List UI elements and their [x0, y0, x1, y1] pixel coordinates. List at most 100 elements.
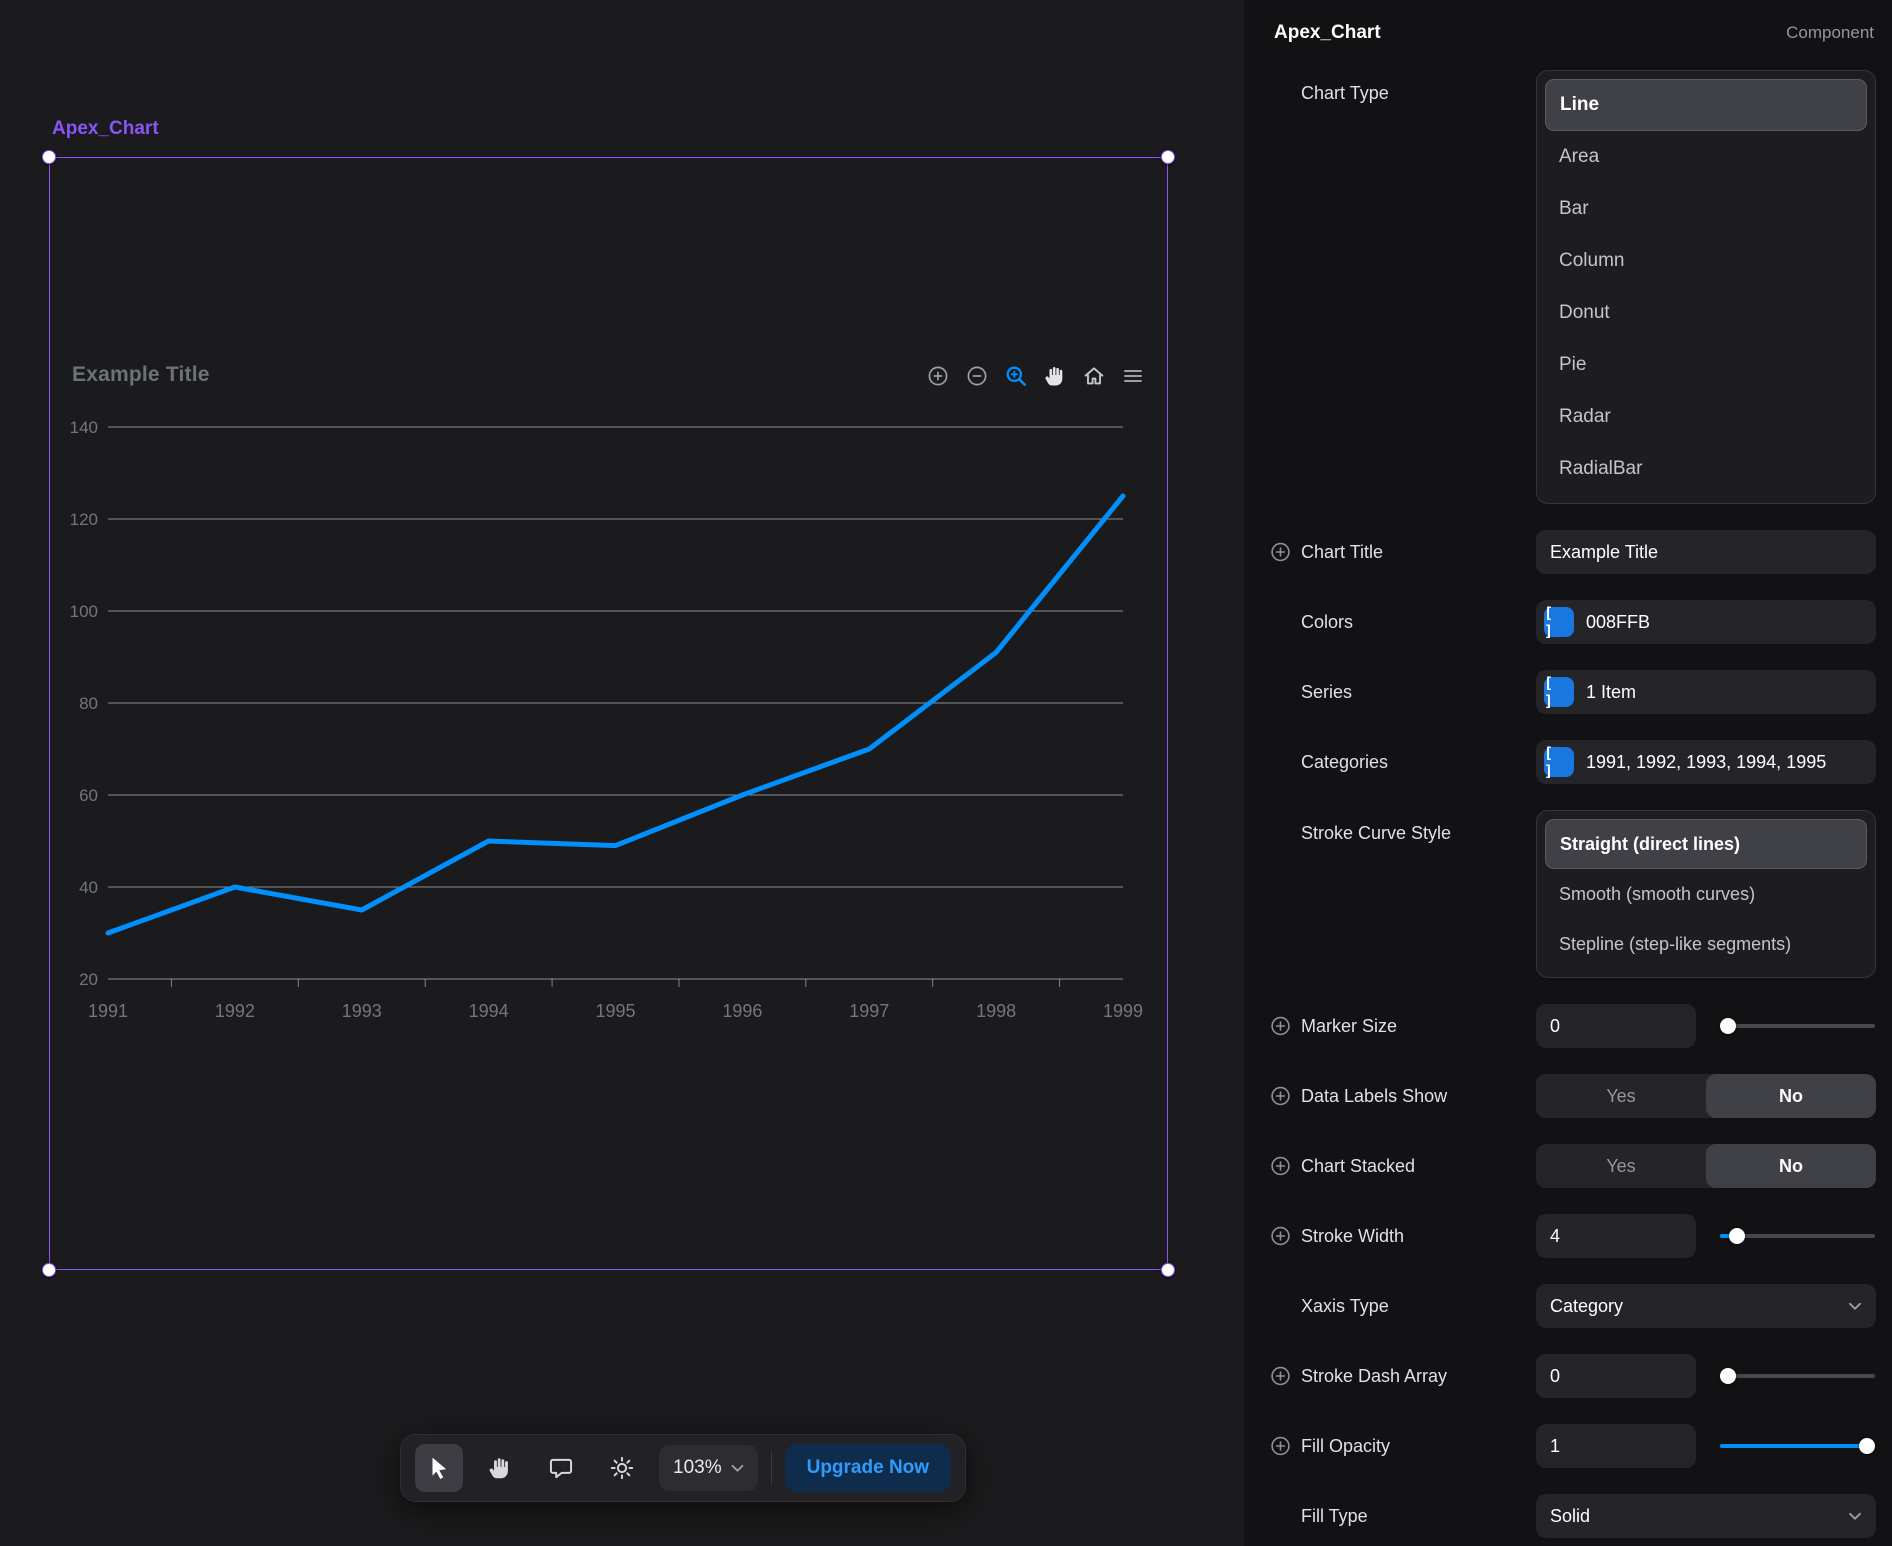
row-stroke-width: Stroke Width	[1244, 1214, 1892, 1258]
chevron-down-icon	[1848, 1512, 1862, 1521]
data-labels-label: Data Labels Show	[1244, 1074, 1536, 1118]
component-badge: Component	[1786, 23, 1874, 43]
plus-circle-icon[interactable]	[1270, 1366, 1291, 1387]
stroke-curve-option-stepline[interactable]: Stepline (step-like segments)	[1545, 919, 1867, 969]
plus-circle-icon[interactable]	[1270, 542, 1291, 563]
toolbar-divider	[771, 1451, 772, 1485]
menu-icon[interactable]	[1121, 364, 1145, 388]
chart-type-option-area[interactable]: Area	[1545, 131, 1867, 183]
chart-stacked-no[interactable]: No	[1706, 1144, 1876, 1188]
chart-type-option-column[interactable]: Column	[1545, 235, 1867, 287]
colors-field[interactable]: [ ] 008FFB	[1536, 600, 1876, 644]
hand-icon	[487, 1455, 513, 1481]
fill-opacity-slider[interactable]	[1720, 1424, 1875, 1468]
svg-text:80: 80	[79, 694, 98, 713]
row-series: Series [ ] 1 Item	[1244, 670, 1892, 714]
stroke-dash-slider[interactable]	[1720, 1354, 1875, 1398]
chart-stacked-yes[interactable]: Yes	[1536, 1144, 1706, 1188]
svg-text:1996: 1996	[722, 1001, 762, 1021]
comment-tool-button[interactable]	[537, 1444, 585, 1492]
series-field[interactable]: [ ] 1 Item	[1536, 670, 1876, 714]
row-data-labels: Data Labels Show Yes No	[1244, 1074, 1892, 1118]
plus-circle-icon[interactable]	[1270, 1156, 1291, 1177]
stroke-curve-option-smooth[interactable]: Smooth (smooth curves)	[1545, 869, 1867, 919]
svg-text:120: 120	[70, 510, 98, 529]
zoom-level-select[interactable]: 103%	[659, 1445, 758, 1491]
bottom-toolbar: 103% Upgrade Now	[400, 1434, 966, 1502]
selection-zoom-icon[interactable]	[1004, 364, 1028, 388]
array-icon: [ ]	[1544, 747, 1574, 777]
fill-opacity-input[interactable]	[1536, 1424, 1696, 1468]
hand-tool-button[interactable]	[476, 1444, 524, 1492]
selection-label[interactable]: Apex_Chart	[52, 118, 159, 140]
svg-text:1998: 1998	[976, 1001, 1016, 1021]
chevron-down-icon	[731, 1464, 744, 1473]
data-labels-yes[interactable]: Yes	[1536, 1074, 1706, 1118]
fill-opacity-label: Fill Opacity	[1244, 1424, 1536, 1468]
plus-circle-icon[interactable]	[1270, 1086, 1291, 1107]
chart-type-option-radar[interactable]: Radar	[1545, 391, 1867, 443]
row-xaxis-type: Xaxis Type Category	[1244, 1284, 1892, 1328]
svg-text:1993: 1993	[342, 1001, 382, 1021]
fill-type-select[interactable]: Solid	[1536, 1494, 1876, 1538]
marker-size-input[interactable]	[1536, 1004, 1696, 1048]
comment-icon	[548, 1455, 574, 1481]
row-marker-size: Marker Size	[1244, 1004, 1892, 1048]
chart-title-label: Chart Title	[1244, 530, 1536, 574]
series-value: 1 Item	[1586, 682, 1636, 703]
stroke-curve-dropdown: Straight (direct lines) Smooth (smooth c…	[1536, 810, 1876, 978]
row-stroke-curve: Stroke Curve Style Straight (direct line…	[1244, 810, 1892, 978]
chart-stacked-toggle: Yes No	[1536, 1144, 1876, 1188]
chart-plot[interactable]: 2040608010012014019911992199319941995199…	[50, 158, 1166, 1268]
pan-hand-icon[interactable]	[1043, 364, 1067, 388]
stroke-width-slider[interactable]	[1720, 1214, 1875, 1258]
marker-size-slider[interactable]	[1720, 1004, 1875, 1048]
svg-text:140: 140	[70, 418, 98, 437]
svg-text:1994: 1994	[469, 1001, 509, 1021]
categories-field[interactable]: [ ] 1991, 1992, 1993, 1994, 1995	[1536, 740, 1876, 784]
panel-header: Apex_Chart Component	[1244, 0, 1892, 44]
row-categories: Categories [ ] 1991, 1992, 1993, 1994, 1…	[1244, 740, 1892, 784]
categories-value: 1991, 1992, 1993, 1994, 1995	[1586, 752, 1826, 773]
chart-type-option-radialbar[interactable]: RadialBar	[1545, 443, 1867, 495]
svg-text:60: 60	[79, 786, 98, 805]
chart-toolbar	[926, 364, 1145, 388]
data-labels-toggle: Yes No	[1536, 1074, 1876, 1118]
zoom-in-icon[interactable]	[926, 364, 950, 388]
stroke-dash-input[interactable]	[1536, 1354, 1696, 1398]
row-chart-stacked: Chart Stacked Yes No	[1244, 1144, 1892, 1188]
chart-type-option-donut[interactable]: Donut	[1545, 287, 1867, 339]
categories-label: Categories	[1244, 740, 1536, 784]
marker-size-label: Marker Size	[1244, 1004, 1536, 1048]
upgrade-button[interactable]: Upgrade Now	[785, 1444, 951, 1492]
svg-text:1991: 1991	[88, 1001, 128, 1021]
row-stroke-dash: Stroke Dash Array	[1244, 1354, 1892, 1398]
chart-type-option-pie[interactable]: Pie	[1545, 339, 1867, 391]
stroke-curve-option-straight[interactable]: Straight (direct lines)	[1545, 819, 1867, 869]
stroke-width-input[interactable]	[1536, 1214, 1696, 1258]
data-labels-no[interactable]: No	[1706, 1074, 1876, 1118]
chart-stacked-label: Chart Stacked	[1244, 1144, 1536, 1188]
stroke-curve-label: Stroke Curve Style	[1244, 810, 1536, 978]
home-icon[interactable]	[1082, 364, 1106, 388]
series-label: Series	[1244, 670, 1536, 714]
array-icon: [ ]	[1544, 677, 1574, 707]
chart-type-dropdown: Line Area Bar Column Donut Pie Radar Rad…	[1536, 70, 1876, 504]
xaxis-type-select[interactable]: Category	[1536, 1284, 1876, 1328]
design-canvas[interactable]: Apex_Chart 20406080100120140199119921993…	[0, 0, 1244, 1546]
svg-text:40: 40	[79, 878, 98, 897]
array-icon: [ ]	[1544, 607, 1574, 637]
cursor-tool-button[interactable]	[415, 1444, 463, 1492]
chart-frame[interactable]: 2040608010012014019911992199319941995199…	[49, 157, 1168, 1270]
plus-circle-icon[interactable]	[1270, 1436, 1291, 1457]
xaxis-type-value: Category	[1550, 1296, 1623, 1317]
chart-type-option-line[interactable]: Line	[1545, 79, 1867, 131]
plus-circle-icon[interactable]	[1270, 1016, 1291, 1037]
zoom-out-icon[interactable]	[965, 364, 989, 388]
chart-type-option-bar[interactable]: Bar	[1545, 183, 1867, 235]
plus-circle-icon[interactable]	[1270, 1226, 1291, 1247]
chart-title-input[interactable]	[1536, 530, 1876, 574]
svg-text:100: 100	[70, 602, 98, 621]
brightness-tool-button[interactable]	[598, 1444, 646, 1492]
properties-panel: Apex_Chart Component Chart Type Line Are…	[1244, 0, 1892, 1546]
